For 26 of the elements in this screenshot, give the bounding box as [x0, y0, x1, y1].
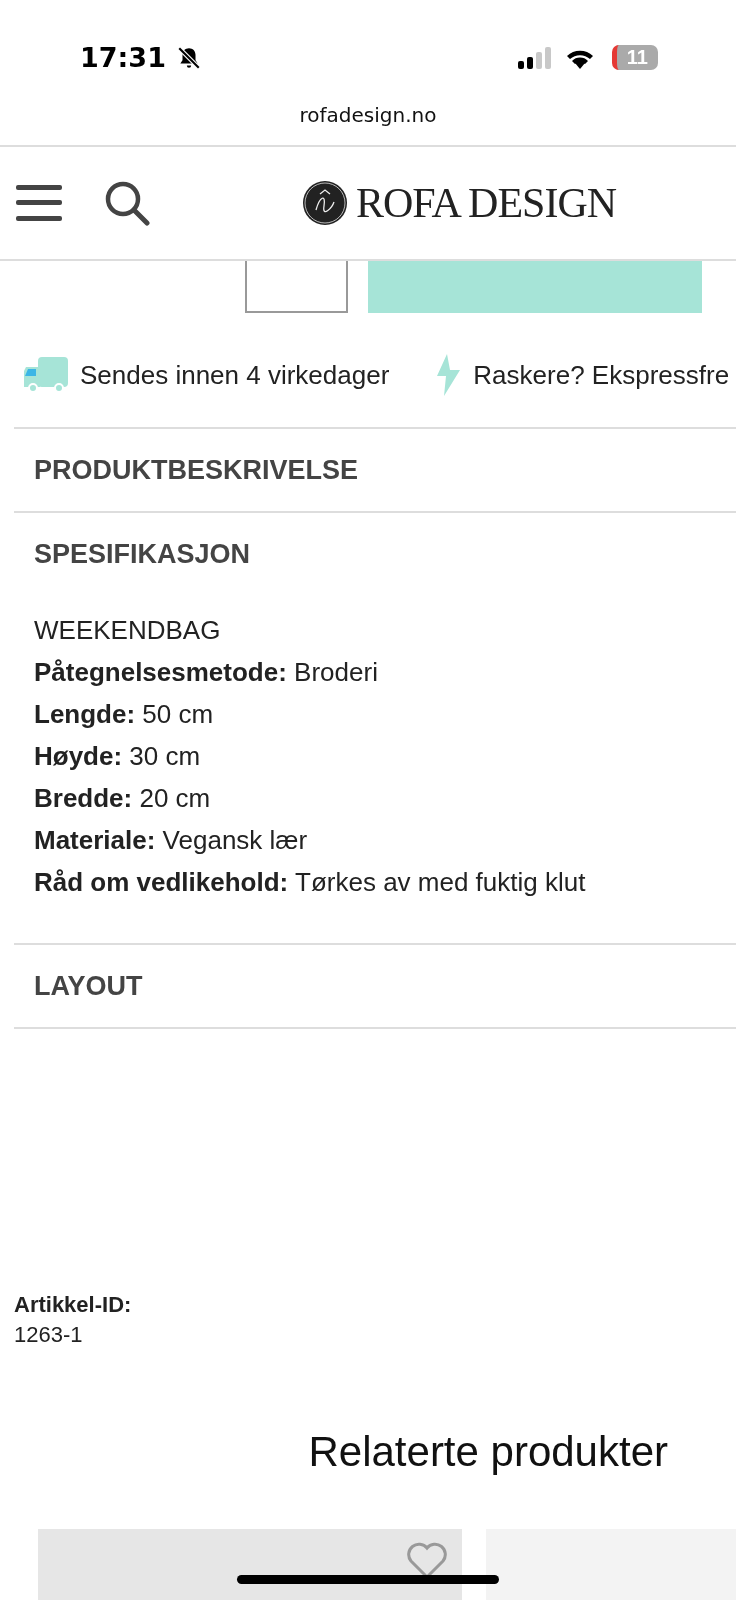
- spec-line: Lengde: 50 cm: [34, 698, 215, 731]
- delivery-text: Raskere? Ekspressfre: [473, 359, 730, 391]
- battery-indicator: 11: [611, 45, 658, 70]
- spec-line: Bredde: 20 cm: [34, 782, 212, 815]
- accordion-header[interactable]: SPESIFIKASJON: [14, 513, 736, 595]
- article-id-label: Artikkel-ID:: [14, 1291, 133, 1319]
- url-text: rofadesign.no: [299, 102, 437, 127]
- spec-line: Råd om vedlikehold: Tørkes av med fuktig klut: [34, 866, 587, 899]
- monogram-icon: [302, 180, 348, 226]
- spec-line: Materiale: Vegansk lær: [34, 824, 309, 857]
- section-heading: Relaterte produkter: [307, 1428, 669, 1476]
- article-id-value: 1263-1: [14, 1321, 84, 1349]
- menu-icon[interactable]: [16, 185, 62, 221]
- truck-icon: [24, 357, 68, 393]
- accordion-header[interactable]: PRODUKTBESKRIVELSE: [14, 429, 736, 511]
- spec-line: Høyde: 30 cm: [34, 740, 202, 773]
- accordion-header[interactable]: LAYOUT: [14, 945, 736, 1027]
- logo-text[interactable]: ROFA DESIGN: [356, 179, 617, 227]
- clock-time: 17:31: [80, 42, 166, 73]
- lightning-icon: [435, 354, 462, 396]
- spec-line: Påtegnelsesmetode: Broderi: [34, 656, 379, 689]
- spec-line: WEEKENDBAG: [34, 614, 222, 647]
- delivery-text: Sendes innen 4 virkedager: [80, 359, 390, 391]
- quantity-field[interactable]: [245, 261, 348, 313]
- signal-icon: [517, 46, 554, 69]
- search-icon[interactable]: [104, 180, 150, 226]
